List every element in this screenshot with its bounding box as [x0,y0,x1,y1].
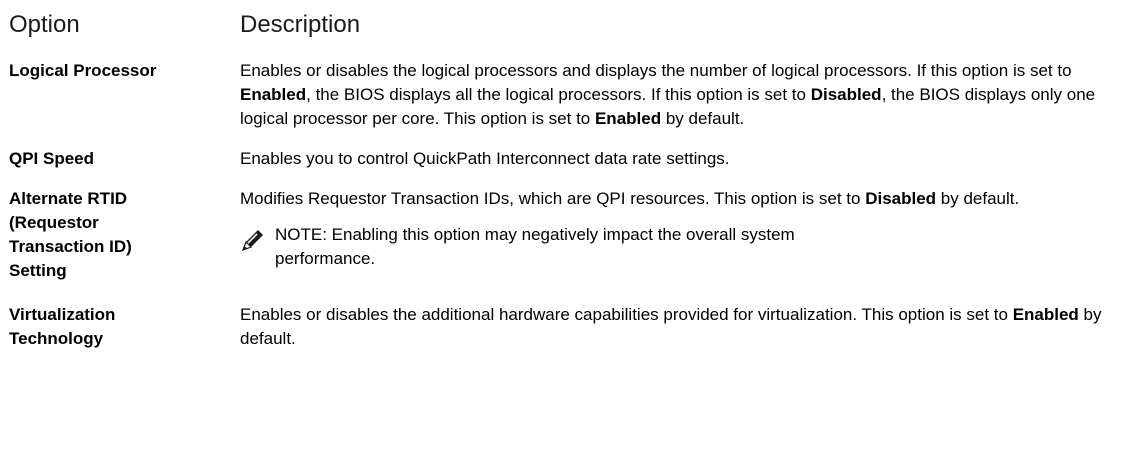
option-name: Logical Processor [9,61,157,80]
option-description: Enables or disables the additional hardw… [240,305,1102,348]
option-name: QPI Speed [9,149,95,168]
option-name: Virtualization Technology [9,305,116,348]
bold-value: Enabled [240,85,307,104]
bios-options-table: Option Description Logical Processor Ena… [9,0,1134,351]
bold-value: Disabled [810,85,882,104]
option-name: Alternate RTID (Requestor Transaction ID… [9,189,132,280]
table-header: Option Description [9,0,1134,50]
header-description: Description [240,11,361,38]
option-description: Enables you to control QuickPath Interco… [240,149,730,168]
option-description: Enables or disables the logical processo… [240,61,1096,128]
option-description: Modifies Requestor Transaction IDs, whic… [240,189,1020,208]
table-row-logical-processor: Logical Processor Enables or disables th… [9,59,1134,131]
option-description-cell: Modifies Requestor Transaction IDs, whic… [240,187,1134,271]
note-body: Enabling this option may negatively impa… [275,225,795,268]
header-option: Option [9,11,80,38]
note-pencil-icon [240,227,275,257]
table-row-virtualization-technology: Virtualization Technology Enables or dis… [9,303,1134,351]
note-text: NOTE: Enabling this option may negativel… [275,223,895,271]
note-label: NOTE: [275,225,327,244]
table-row-qpi-speed: QPI Speed Enables you to control QuickPa… [9,147,1134,171]
bold-value: Enabled [1012,305,1079,324]
table-row-alternate-rtid: Alternate RTID (Requestor Transaction ID… [9,187,1134,283]
bold-value: Enabled [594,109,662,128]
bold-value: Disabled [865,189,937,208]
note-block: NOTE: Enabling this option may negativel… [240,223,1134,271]
